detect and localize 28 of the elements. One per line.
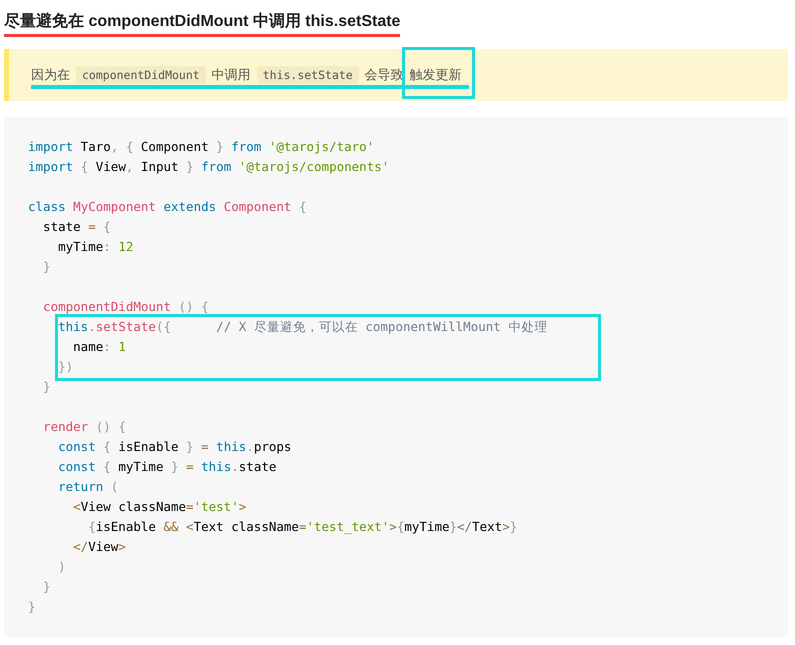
- note-text: 中调用: [212, 66, 251, 84]
- code-line: class MyComponent extends Component {: [28, 198, 308, 216]
- code-line: return (: [57, 478, 120, 496]
- inline-code: componentDidMount: [76, 66, 206, 84]
- code-line: componentDidMount () {: [42, 298, 210, 316]
- code-line: }: [42, 378, 52, 396]
- code-line: }: [28, 598, 37, 616]
- note-text: 会导致: [364, 66, 404, 84]
- code-line: }: [42, 578, 52, 596]
- page-heading: 尽量避免在 componentDidMount 中调用 this.setState: [4, 12, 400, 37]
- code-line: import Taro, { Component } from '@tarojs/taro': [28, 138, 376, 156]
- code-line: <View className='test'>: [72, 498, 248, 516]
- code-line: </View>: [72, 538, 127, 556]
- code-line: ): [57, 558, 67, 576]
- code-line: const { myTime } = this.state: [57, 458, 278, 476]
- code-line: {isEnable && <Text className='test_text'>{myTime}</Text>}: [87, 518, 518, 536]
- code-line: state = {: [42, 218, 112, 236]
- code-line: }): [57, 358, 74, 376]
- code-line: }: [42, 258, 52, 276]
- code-line: import { View, Input } from '@tarojs/components': [28, 158, 390, 176]
- boxed-note-text: 触发更新: [402, 47, 475, 99]
- code-line: const { isEnable } = this.props: [57, 438, 292, 456]
- code-line: name: 1: [72, 338, 127, 356]
- code-line: this.setState({ // X 尽量避免，可以在 componentWillMount 中处理: [57, 318, 548, 336]
- code-line: render () {: [42, 418, 127, 436]
- code-line: myTime: 12: [57, 238, 134, 256]
- note-text: 因为在: [31, 66, 70, 84]
- inline-code: this.setState: [256, 66, 359, 84]
